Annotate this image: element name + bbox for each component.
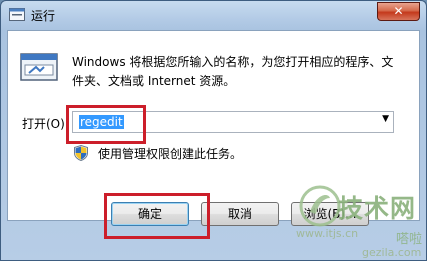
highlight-box-input	[66, 105, 146, 144]
close-button[interactable]: ✕	[377, 2, 420, 21]
chevron-down-icon[interactable]: ▼	[382, 114, 389, 124]
watermark-brand: 技术网	[338, 194, 417, 223]
watermark-url: www.itjs.cn	[296, 227, 359, 240]
highlight-box-ok	[104, 193, 210, 239]
run-icon	[9, 8, 25, 21]
watermark-extra: 嗒啦	[396, 232, 423, 247]
window-title: 运行	[31, 9, 56, 23]
close-icon: ✕	[393, 4, 404, 18]
run-program-icon	[20, 53, 58, 81]
admin-note: 使用管理权限创建此任务。	[98, 147, 243, 161]
watermark-logo-icon	[299, 185, 341, 227]
uac-shield-icon	[74, 145, 88, 161]
dialog-description: Windows 将根据您所输入的名称，为您打开相应的程序、文件夹、文档或 Int…	[72, 55, 394, 88]
title-bar[interactable]: 运行 ✕	[1, 1, 426, 29]
open-label: 打开(O):	[22, 117, 69, 131]
cancel-button[interactable]: 取消	[201, 202, 279, 226]
watermark-site2: gezila.com	[362, 246, 422, 259]
